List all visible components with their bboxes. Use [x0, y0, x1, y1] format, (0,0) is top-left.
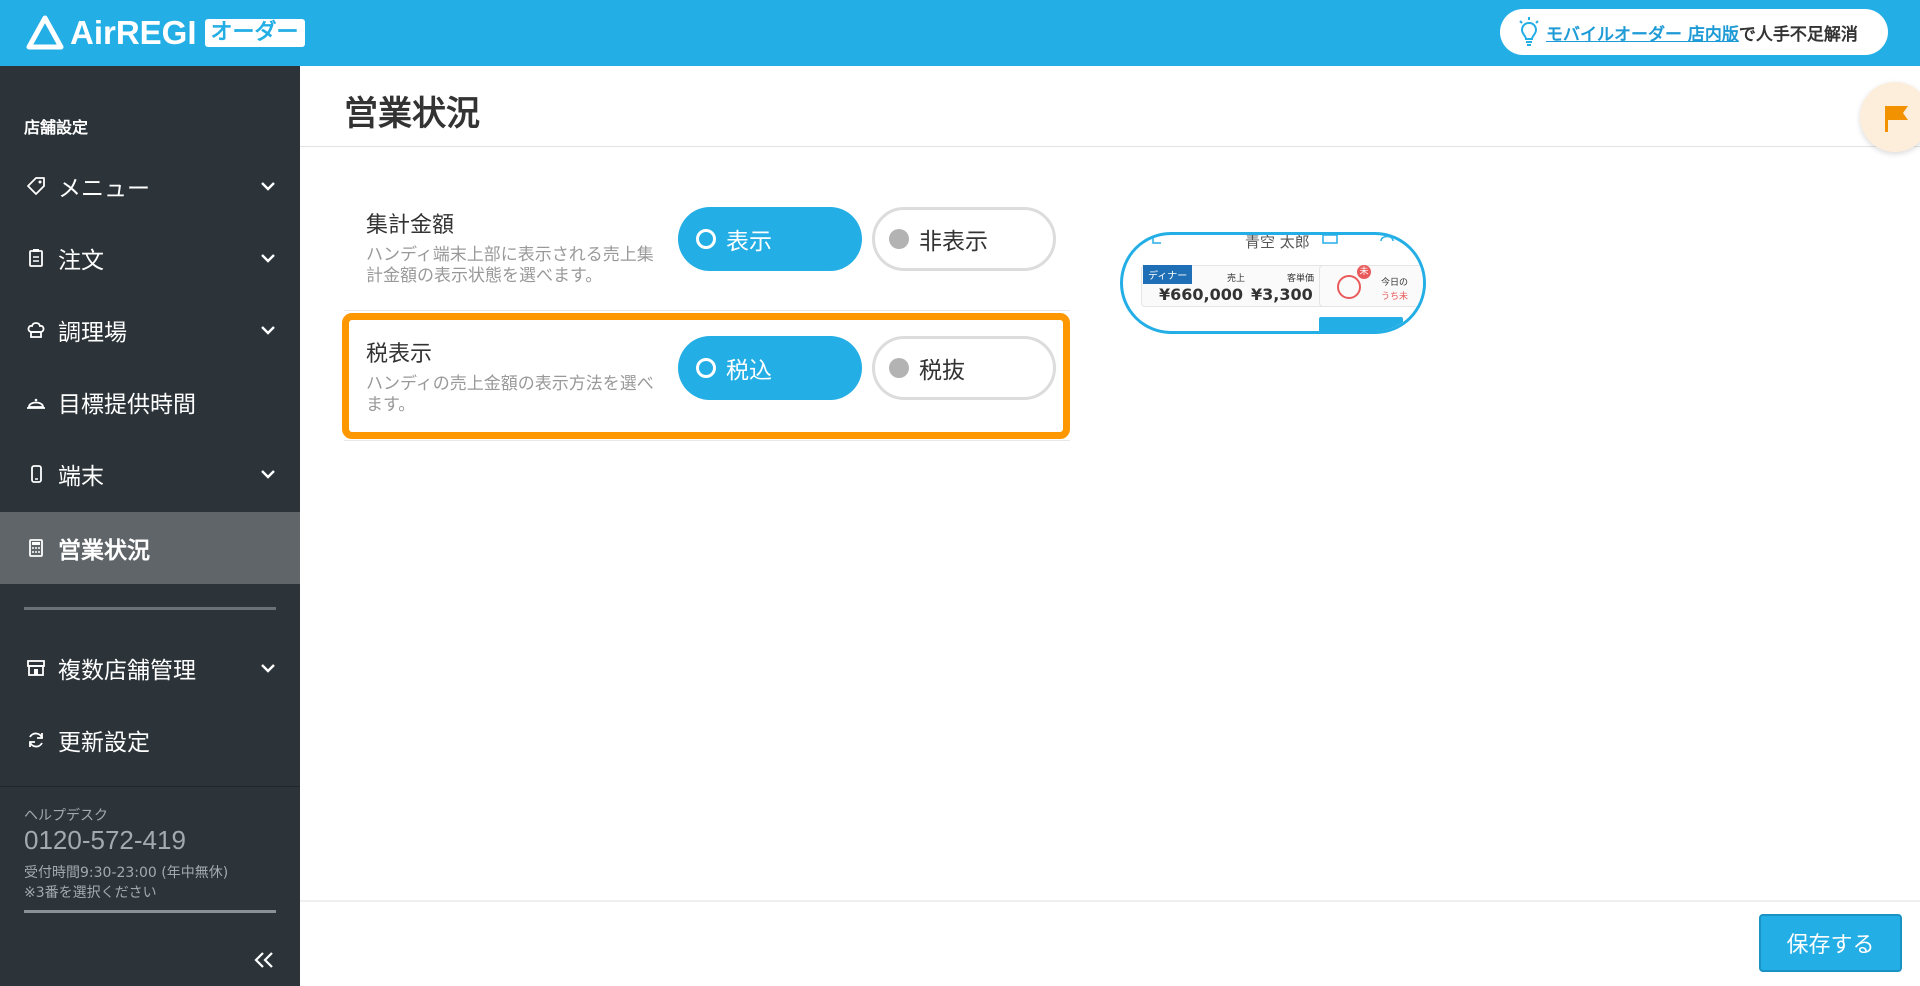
helpdesk-note: ※3番を選択ください: [24, 885, 157, 901]
store-icon: [26, 658, 46, 678]
app-logo[interactable]: AirREGI オーダー: [26, 14, 305, 52]
sidebar-divider: [24, 607, 276, 610]
row-divider: [344, 310, 1070, 311]
sidebar: 店舗設定 メニュー 注文 調理場 目標提供時間 端末 営業状況 複数店舗管理 更…: [0, 66, 300, 986]
preview-card-right: [1319, 265, 1423, 307]
preview-user-name: 青空 太郎: [1245, 233, 1310, 251]
preview-today-sub: うち未: [1381, 292, 1409, 302]
save-button[interactable]: 保存する: [1759, 914, 1902, 972]
footer-divider: [300, 900, 1920, 902]
sidebar-item-multi-store[interactable]: 複数店舗管理: [0, 632, 300, 704]
sidebar-item-target-time[interactable]: 目標提供時間: [0, 366, 300, 438]
helpdesk-panel: ヘルプデスク 0120-572-419 受付時間9:30-23:00 (年中無休…: [0, 786, 300, 986]
collapse-sidebar-icon[interactable]: [250, 947, 278, 973]
preview-today-label: 今日の: [1381, 278, 1409, 288]
radio-unselected-icon: [889, 229, 909, 249]
sidebar-item-device[interactable]: 端末: [0, 438, 300, 510]
setting-description: ハンディ端末上部に表示される売上集計金額の表示状態を選べます。: [366, 245, 654, 286]
preview-active-tab: [1319, 317, 1403, 331]
refresh-icon: [26, 730, 46, 750]
option-hide-button[interactable]: 非表示: [872, 207, 1056, 271]
sidebar-item-kitchen[interactable]: 調理場: [0, 294, 300, 366]
helpdesk-label: ヘルプデスク: [24, 808, 108, 824]
sidebar-item-label: 目標提供時間: [58, 392, 196, 418]
chevron-down-icon: [261, 664, 275, 673]
chevron-down-icon: [261, 254, 275, 263]
sidebar-item-label: 調理場: [58, 320, 127, 346]
logo-badge: オーダー: [204, 19, 305, 47]
option-label: 表示: [726, 229, 772, 255]
feedback-tab[interactable]: [1860, 82, 1920, 152]
promo-link[interactable]: モバイルオーダー 店内版: [1546, 20, 1739, 45]
preview-tag: ディナー: [1143, 265, 1193, 284]
promo-text: で人手不足解消: [1738, 24, 1858, 45]
helpdesk-phone: 0120-572-419: [24, 825, 186, 855]
preview-avg-value: ¥3,300: [1251, 285, 1313, 304]
clipboard-icon: [26, 248, 46, 268]
sidebar-item-label: 端末: [58, 464, 104, 490]
row-divider: [344, 440, 1070, 441]
preview-avg-label: 客単価: [1287, 274, 1315, 284]
chevron-down-icon: [261, 182, 275, 191]
chevron-down-icon: [261, 326, 275, 335]
focus-highlight: [342, 313, 1070, 439]
cloche-icon: [26, 392, 46, 412]
promo-banner[interactable]: モバイルオーダー 店内版 で人手不足解消: [1500, 9, 1888, 55]
flag-icon: [1885, 106, 1908, 132]
preview-sales-label: 売上: [1227, 274, 1246, 284]
setting-label: 集計金額: [366, 213, 455, 238]
sad-face-icon: [1337, 275, 1361, 299]
handy-preview-image: 青空 太郎 ディナー 売上 ¥660,000 客単価 ¥3,300 未 今日の …: [1120, 232, 1426, 334]
title-divider: [300, 146, 1920, 147]
sidebar-item-label: 複数店舗管理: [58, 658, 196, 684]
sidebar-item-order[interactable]: 注文: [0, 222, 300, 294]
helpdesk-hours: 受付時間9:30-23:00 (年中無休) ※3番を選択ください: [24, 863, 228, 903]
chevron-down-icon: [261, 470, 275, 479]
sidebar-item-menu[interactable]: メニュー: [0, 150, 300, 222]
helpdesk-hours-text: 受付時間9:30-23:00 (年中無休): [24, 865, 229, 881]
setting-row-total-amount: 集計金額 ハンディ端末上部に表示される売上集計金額の表示状態を選べます。 表示 …: [344, 207, 1070, 299]
radio-selected-icon: [696, 229, 716, 249]
option-label: 非表示: [919, 229, 988, 255]
calculator-icon: [26, 538, 46, 558]
helpdesk-divider: [24, 910, 276, 913]
sidebar-item-update-settings[interactable]: 更新設定: [0, 704, 300, 776]
sidebar-item-business-status[interactable]: 営業状況: [0, 512, 300, 584]
tag-icon: [26, 176, 46, 196]
preview-badge: 未: [1357, 265, 1371, 279]
smartphone-icon: [26, 464, 46, 484]
page-title: 営業状況: [344, 94, 480, 134]
sidebar-item-label: 注文: [58, 248, 104, 274]
sidebar-item-label: 更新設定: [58, 730, 150, 756]
logo-text: AirREGI: [70, 14, 197, 51]
logo-triangle-icon: [26, 15, 64, 50]
sidebar-heading: 店舗設定: [24, 118, 89, 137]
sidebar-item-label: メニュー: [58, 176, 150, 202]
sidebar-item-label: 営業状況: [58, 538, 150, 564]
app-header: AirREGI オーダー モバイルオーダー 店内版 で人手不足解消: [0, 0, 1920, 66]
lightbulb-icon: [1519, 17, 1539, 46]
option-show-button[interactable]: 表示: [678, 207, 862, 271]
preview-sales-value: ¥660,000: [1159, 285, 1244, 304]
chef-hat-icon: [26, 320, 46, 340]
